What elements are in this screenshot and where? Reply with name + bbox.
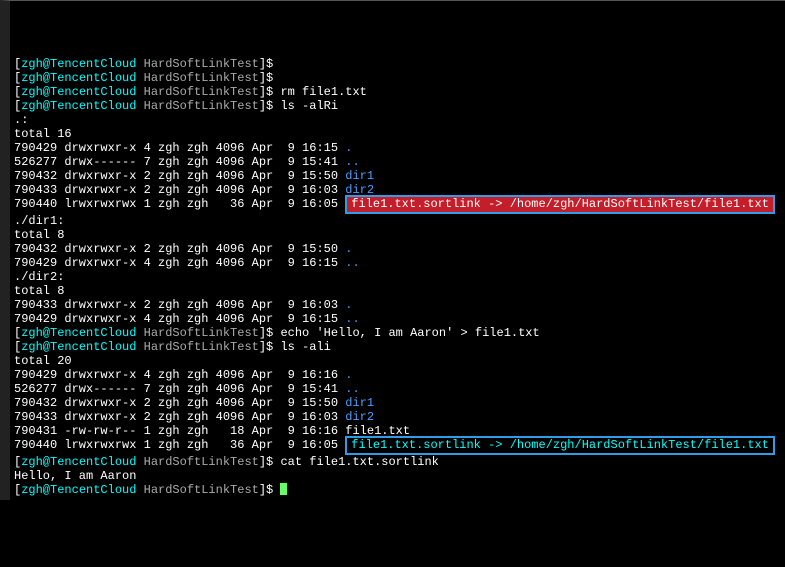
total-line: total 8	[10, 228, 785, 242]
ls-row: 526277 drwx------ 7 zgh zgh 4096 Apr 9 1…	[10, 155, 785, 169]
ls-row: 790432 drwxrwxr-x 2 zgh zgh 4096 Apr 9 1…	[10, 242, 785, 256]
ls-row: 790433 drwxrwxr-x 2 zgh zgh 4096 Apr 9 1…	[10, 410, 785, 424]
ls-row: 790433 drwxrwxr-x 2 zgh zgh 4096 Apr 9 1…	[10, 298, 785, 312]
prompt-line: [zgh@TencentCloud HardSoftLinkTest]$	[10, 71, 785, 85]
ls-row-symlink: 790440 lrwxrwxrwx 1 zgh zgh 36 Apr 9 16:…	[10, 197, 785, 214]
symlink-highlight: file1.txt.sortlink -> /home/zgh/HardSoft…	[345, 195, 775, 214]
symlink-highlight: file1.txt.sortlink -> /home/zgh/HardSoft…	[345, 436, 775, 455]
ls-row: 526277 drwx------ 7 zgh zgh 4096 Apr 9 1…	[10, 382, 785, 396]
prompt-line: [zgh@TencentCloud HardSoftLinkTest]$ ls …	[10, 340, 785, 354]
ls-row: 790429 drwxrwxr-x 4 zgh zgh 4096 Apr 9 1…	[10, 368, 785, 382]
ls-row: 790429 drwxrwxr-x 4 zgh zgh 4096 Apr 9 1…	[10, 141, 785, 155]
prompt-line: [zgh@TencentCloud HardSoftLinkTest]$	[10, 57, 785, 71]
total-line: total 20	[10, 354, 785, 368]
dir-header: ./dir2:	[10, 270, 785, 284]
cursor	[280, 483, 287, 495]
ls-row: 790432 drwxrwxr-x 2 zgh zgh 4096 Apr 9 1…	[10, 169, 785, 183]
prompt-line: [zgh@TencentCloud HardSoftLinkTest]$ ech…	[10, 326, 785, 340]
ls-row: 790429 drwxrwxr-x 4 zgh zgh 4096 Apr 9 1…	[10, 312, 785, 326]
prompt-line: [zgh@TencentCloud HardSoftLinkTest]$ cat…	[10, 455, 785, 469]
total-line: total 16	[10, 127, 785, 141]
ls-row-symlink: 790440 lrwxrwxrwx 1 zgh zgh 36 Apr 9 16:…	[10, 438, 785, 455]
prompt-line: [zgh@TencentCloud HardSoftLinkTest]$ ls …	[10, 99, 785, 113]
cat-output: Hello, I am Aaron	[10, 469, 785, 483]
dir-header: ./dir1:	[10, 214, 785, 228]
prompt-line: [zgh@TencentCloud HardSoftLinkTest]$ rm …	[10, 85, 785, 99]
dir-header: .:	[10, 113, 785, 127]
terminal-output[interactable]: [zgh@TencentCloud HardSoftLinkTest]$ [zg…	[10, 57, 785, 497]
total-line: total 8	[10, 284, 785, 298]
ls-row: 790429 drwxrwxr-x 4 zgh zgh 4096 Apr 9 1…	[10, 256, 785, 270]
ls-row: 790432 drwxrwxr-x 2 zgh zgh 4096 Apr 9 1…	[10, 396, 785, 410]
prompt-line: [zgh@TencentCloud HardSoftLinkTest]$	[10, 483, 785, 497]
